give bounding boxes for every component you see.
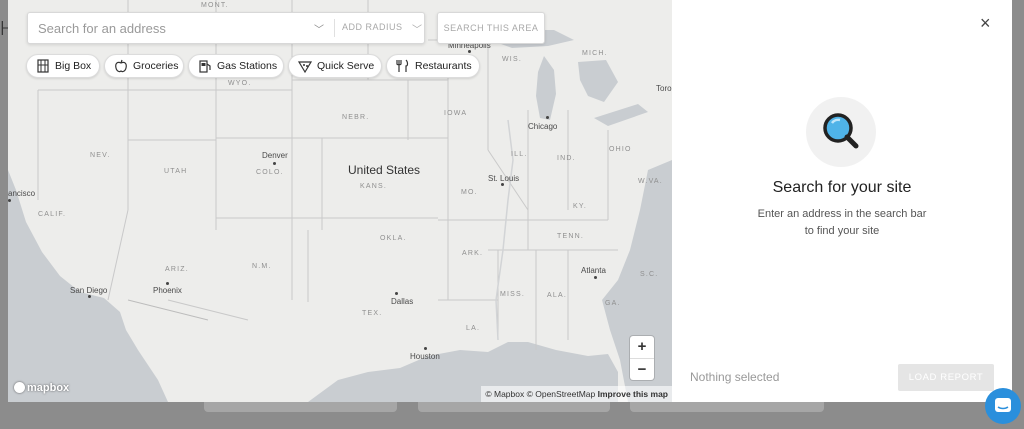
- city-marker: [546, 116, 549, 119]
- site-info-panel: × Search for your site Enter an address …: [672, 0, 1012, 402]
- attribution-text[interactable]: © Mapbox © OpenStreetMap: [485, 389, 595, 399]
- state-label: N.M.: [252, 263, 272, 270]
- site-search-modal: United States MONT. WYO. NEBR. IOWA NEV.…: [8, 0, 1012, 402]
- pizza-icon: [297, 61, 313, 74]
- address-search-bar: ﹀ ADD RADIUS ﹀: [27, 12, 425, 44]
- city-label: Dallas: [391, 297, 414, 306]
- category-chip-gas-stations[interactable]: Gas Stations: [188, 54, 284, 78]
- magnifier-icon: [823, 113, 859, 149]
- city-marker: [501, 183, 504, 186]
- state-label: OKLA.: [380, 235, 407, 242]
- backdrop-card-edge: [630, 402, 824, 412]
- city-label: Atlanta: [581, 266, 606, 275]
- city-label: Phoenix: [153, 286, 182, 295]
- category-chip-restaurants[interactable]: Restaurants: [386, 54, 480, 78]
- mapbox-logo[interactable]: mapbox: [14, 382, 69, 398]
- category-chip-label: Quick Serve: [317, 60, 375, 72]
- city-label: Denver: [262, 151, 288, 160]
- backdrop-card-edge: [418, 402, 610, 412]
- chat-icon: [995, 398, 1011, 412]
- state-label: TEX.: [362, 310, 383, 317]
- state-label: MICH.: [582, 50, 608, 57]
- selection-status: Nothing selected: [690, 370, 780, 384]
- zoom-in-button[interactable]: +: [630, 336, 654, 359]
- city-label: ancisco: [8, 189, 36, 198]
- state-label: OHIO: [609, 146, 632, 153]
- city-label: St. Louis: [488, 174, 520, 183]
- building-icon: [37, 59, 49, 73]
- load-report-button[interactable]: LOAD REPORT: [898, 364, 994, 391]
- category-chip-quick-serve[interactable]: Quick Serve: [288, 54, 382, 78]
- state-label: S.C.: [640, 271, 659, 278]
- state-label: TENN.: [557, 233, 584, 240]
- state-label: WIS.: [502, 56, 522, 63]
- city-label: San Diego: [70, 286, 108, 295]
- state-label: NEBR.: [342, 114, 370, 121]
- mapbox-logo-text: mapbox: [27, 382, 70, 394]
- state-label: COLO.: [256, 169, 284, 176]
- city-marker: [273, 162, 276, 165]
- city-label: Chicago: [528, 122, 558, 131]
- chevron-down-icon[interactable]: ﹀: [314, 21, 324, 36]
- state-label: CALIF.: [38, 211, 67, 218]
- magnifier-badge: [806, 97, 876, 167]
- state-label: KANS.: [360, 183, 388, 190]
- map-attribution: © Mapbox © OpenStreetMap Improve this ma…: [481, 386, 672, 402]
- divider: [334, 19, 335, 37]
- state-label: MISS.: [500, 291, 526, 298]
- apple-icon: [115, 59, 127, 73]
- category-chip-label: Big Box: [55, 60, 92, 72]
- state-label: MONT.: [201, 2, 229, 9]
- category-chip-groceries[interactable]: Groceries: [104, 54, 184, 78]
- zoom-out-button[interactable]: −: [630, 359, 654, 381]
- state-label: ARK.: [462, 250, 484, 257]
- city-marker: [594, 276, 597, 279]
- state-label: UTAH: [164, 168, 188, 175]
- category-chip-label: Gas Stations: [217, 60, 278, 72]
- fork-knife-icon: [396, 59, 409, 72]
- backdrop-card-edge: [204, 402, 397, 412]
- category-chip-label: Restaurants: [415, 60, 472, 72]
- panel-subtitle-line: to find your site: [804, 225, 880, 237]
- search-this-area-button[interactable]: SEARCH THIS AREA: [437, 12, 545, 44]
- state-label: ILL.: [511, 151, 528, 158]
- chevron-down-icon[interactable]: ﹀: [412, 21, 422, 36]
- city-label: Toro: [656, 84, 672, 93]
- state-label: IOWA: [444, 110, 468, 117]
- gas-pump-icon: [199, 60, 211, 73]
- city-marker: [395, 292, 398, 295]
- state-label: W.VA.: [638, 178, 663, 185]
- city-marker: [166, 282, 169, 285]
- state-label: KY.: [573, 203, 587, 210]
- category-chip-big-box[interactable]: Big Box: [26, 54, 100, 78]
- category-chip-label: Groceries: [133, 60, 179, 72]
- city-marker: [468, 50, 471, 53]
- city-marker: [424, 347, 427, 350]
- state-label: IND.: [557, 155, 576, 162]
- state-label: WYO.: [228, 80, 252, 87]
- state-label: ALA.: [547, 292, 567, 299]
- panel-title: Search for your site: [772, 179, 912, 196]
- map-canvas[interactable]: United States MONT. WYO. NEBR. IOWA NEV.…: [8, 0, 672, 402]
- chat-launcher-button[interactable]: [985, 388, 1021, 424]
- zoom-controls: + −: [630, 336, 654, 380]
- city-label: Houston: [410, 352, 440, 361]
- city-marker: [88, 295, 91, 298]
- state-label: ARIZ.: [165, 266, 189, 273]
- improve-map-link[interactable]: Improve this map: [598, 389, 668, 399]
- mapbox-logo-icon: [14, 382, 25, 393]
- add-radius-dropdown[interactable]: ADD RADIUS: [342, 22, 403, 32]
- address-search-input[interactable]: [36, 13, 310, 43]
- close-icon[interactable]: ×: [980, 14, 991, 32]
- state-label: NEV.: [90, 152, 111, 159]
- state-label: GA.: [605, 300, 621, 307]
- panel-subtitle: Enter an address in the search bar to fi…: [732, 206, 952, 240]
- country-label: United States: [348, 163, 421, 177]
- city-marker: [8, 199, 11, 202]
- state-label: LA.: [466, 325, 481, 332]
- state-label: MO.: [461, 189, 478, 196]
- panel-subtitle-line: Enter an address in the search bar: [757, 208, 927, 220]
